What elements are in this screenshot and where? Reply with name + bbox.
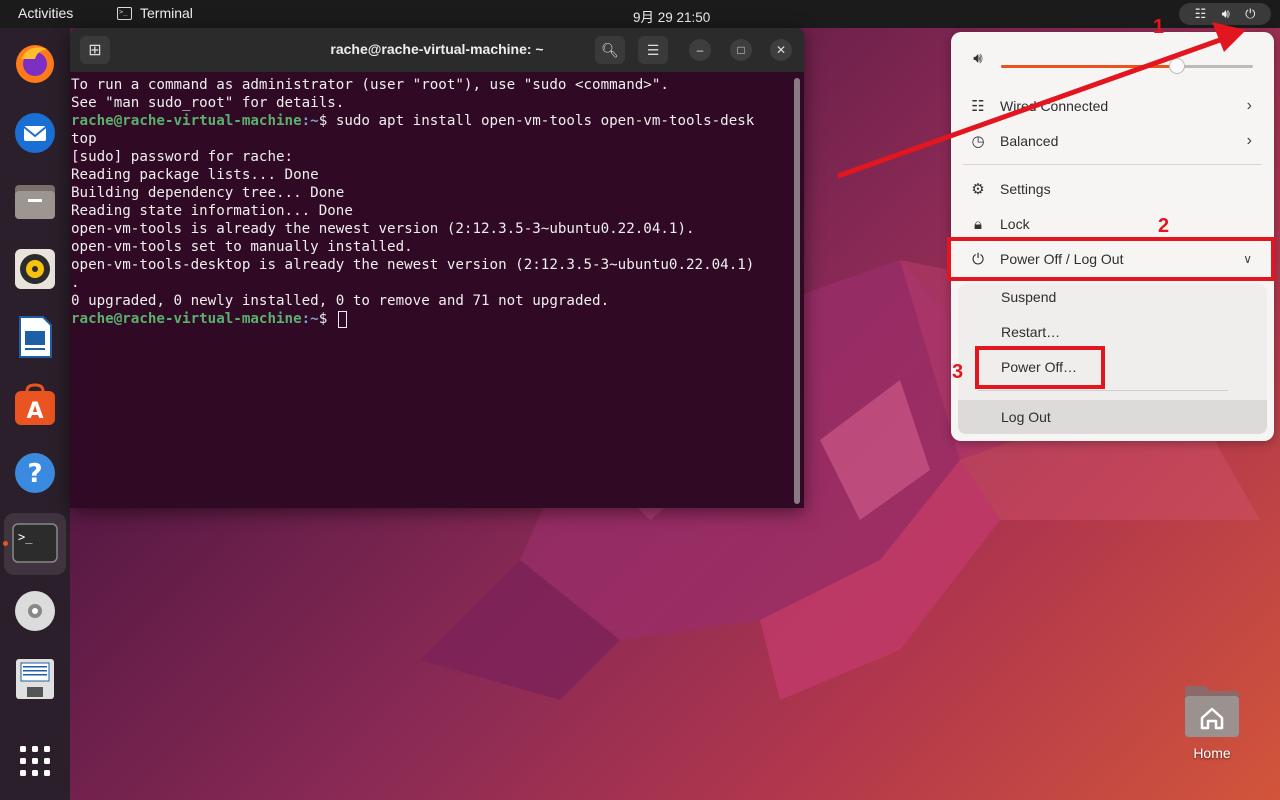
output-line: Building dependency tree... Done [71,185,345,201]
output-line: To run a command as administrator (user … [71,77,669,93]
home-folder-label: Home [1193,745,1231,761]
files-icon[interactable] [12,178,58,224]
annotation-box-power-off-logout [947,237,1275,281]
settings-label: Settings [1000,181,1051,197]
chevron-right-icon: › [1246,97,1252,114]
system-tray[interactable]: ☷ 🔊︎ ⏻ [1179,3,1271,25]
terminal-window[interactable]: ⊞ rache@rache-virtual-machine: ~ 🔍︎ ☰ – … [70,28,804,508]
maximize-button[interactable]: □ [730,39,752,61]
network-row[interactable]: ☷ Wired Connected › [951,89,1274,123]
output-line: open-vm-tools-desktop is already the new… [71,257,755,273]
output-line: [sudo] password for rache: [71,149,294,165]
terminal-output[interactable]: To run a command as administrator (user … [71,76,796,328]
lock-label: Lock [1000,216,1030,232]
app-center-icon[interactable]: A [12,382,58,428]
prompt-path: :~ [301,311,319,327]
close-button[interactable]: ✕ [770,39,792,61]
suspend-item[interactable]: Suspend [958,280,1267,314]
lock-icon: 🔒︎ [974,215,982,233]
annotation-number-3: 3 [952,361,964,383]
running-indicator [3,541,8,546]
prompt-user: rache@rache-virtual-machine [71,113,302,129]
search-icon: 🔍︎ [601,41,619,58]
show-apps-icon[interactable] [12,738,58,784]
log-out-item[interactable]: Log Out [958,400,1267,434]
minimize-button[interactable]: – [689,39,711,61]
log-out-label: Log Out [1001,409,1051,425]
command-line: rache@rache-virtual-machine:~$ sudo apt … [71,112,796,130]
command-text: sudo apt install open-vm-tools open-vm-t… [335,113,755,129]
power-mode-icon: ◷ [971,133,985,150]
prompt-path: :~ [301,113,319,129]
lock-row[interactable]: 🔒︎ Lock [951,207,1274,241]
volume-row[interactable]: 🔊︎ [951,41,1274,75]
annotation-number-1: 1 [1153,16,1165,38]
app-menu[interactable]: >_ Terminal [117,5,193,21]
suspend-label: Suspend [1001,289,1057,305]
terminal-small-icon: >_ [117,6,132,20]
optical-disc-icon[interactable] [12,588,58,634]
terminal-icon[interactable]: >_ [12,520,58,566]
activities-button[interactable]: Activities [18,5,73,21]
terminal-header[interactable]: ⊞ rache@rache-virtual-machine: ~ 🔍︎ ☰ – … [70,28,804,72]
search-button[interactable]: 🔍︎ [595,36,625,64]
gear-icon: ⚙ [971,181,985,198]
libreoffice-writer-icon[interactable] [12,314,58,360]
power-mode-label: Balanced [1000,133,1059,149]
help-icon[interactable]: ? [12,450,58,496]
volume-knob[interactable] [1169,58,1186,74]
divider [963,164,1262,165]
home-folder-icon[interactable] [1183,684,1241,738]
output-line: Reading package lists... Done [71,167,319,183]
output-line: . [71,275,80,291]
scrollbar[interactable] [794,78,800,504]
menu-button[interactable]: ☰ [638,36,668,64]
thunderbird-icon[interactable] [12,110,58,156]
network-icon: ☷ [1194,6,1207,21]
divider [978,390,1228,391]
prompt-user: rache@rache-virtual-machine [71,311,302,327]
power-icon: ⏻ [1245,6,1256,21]
output-line: open-vm-tools is already the newest vers… [71,221,695,237]
restart-label: Restart… [1001,324,1061,340]
top-bar: Activities >_ Terminal 9月 29 21:50 ☷ 🔊︎ … [0,0,1280,28]
output-line: top [71,131,97,147]
network-icon: ☷ [971,98,985,115]
prompt-sign: $ [318,113,336,129]
restart-item[interactable]: Restart… [958,315,1267,349]
network-label: Wired Connected [1000,98,1109,114]
svg-text:>_: >_ [18,530,33,544]
prompt-sign: $ [318,311,336,327]
volume-fill [1001,65,1178,68]
text-cursor [337,310,347,328]
app-menu-label: Terminal [140,5,193,21]
svg-text:A: A [26,399,43,424]
firefox-icon[interactable] [12,40,58,86]
output-line: 0 upgraded, 0 newly installed, 0 to remo… [71,293,610,309]
dock: A ? >_ [0,28,70,800]
output-line: See "man sudo_root" for details. [71,95,345,111]
settings-row[interactable]: ⚙ Settings [951,172,1274,206]
output-line: open-vm-tools set to manually installed. [71,239,413,255]
output-line: Reading state information... Done [71,203,353,219]
chevron-right-icon: › [1246,132,1252,149]
annotation-box-power-off [975,346,1105,389]
current-prompt-line[interactable]: rache@rache-virtual-machine:~$ [71,310,796,328]
volume-slider[interactable] [1001,58,1253,74]
speaker-icon: 🔊︎ [973,49,983,67]
power-mode-row[interactable]: ◷ Balanced › [951,124,1274,158]
clock[interactable]: 9月 29 21:50 [633,6,710,26]
speaker-icon: 🔊︎ [1221,6,1230,21]
hamburger-icon: ☰ [646,41,660,58]
annotation-number-2: 2 [1158,215,1170,237]
save-drive-icon[interactable] [12,656,58,702]
rhythmbox-icon[interactable] [12,246,58,292]
svg-text:?: ? [27,459,42,489]
